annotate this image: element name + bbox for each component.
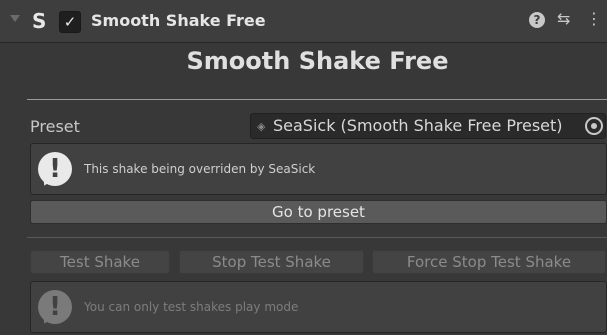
preset-object-field[interactable]: ◈ SeaSick (Smooth Shake Free Preset) bbox=[250, 113, 606, 139]
preset-label: Preset bbox=[30, 117, 80, 136]
page-title: Smooth Shake Free bbox=[186, 47, 449, 75]
script-icon: S bbox=[32, 9, 47, 33]
go-to-preset-button[interactable]: Go to preset bbox=[30, 200, 607, 224]
help-icon[interactable]: ? bbox=[529, 12, 545, 28]
test-shake-button[interactable]: Test Shake bbox=[30, 250, 170, 274]
object-picker-icon[interactable] bbox=[585, 117, 603, 135]
force-stop-test-shake-button[interactable]: Force Stop Test Shake bbox=[372, 250, 606, 274]
stop-test-shake-button[interactable]: Stop Test Shake bbox=[179, 250, 364, 274]
foldout-arrow-icon[interactable] bbox=[10, 15, 20, 22]
component-header: S ✓ Smooth Shake Free ? ⇆ ⋮ bbox=[0, 0, 607, 43]
divider bbox=[27, 99, 607, 100]
settings-icon[interactable]: ⇆ bbox=[557, 9, 570, 29]
component-title: Smooth Shake Free bbox=[91, 11, 266, 30]
override-help-box: ! This shake being overriden by SeaSick bbox=[30, 143, 607, 195]
override-help-text: This shake being overriden by SeaSick bbox=[84, 162, 316, 176]
play-mode-help-box: ! You can only test shakes play mode bbox=[30, 281, 607, 333]
preset-value: SeaSick (Smooth Shake Free Preset) bbox=[273, 116, 563, 135]
preset-asset-icon: ◈ bbox=[257, 120, 266, 133]
menu-icon[interactable]: ⋮ bbox=[586, 9, 602, 29]
divider bbox=[27, 237, 607, 238]
play-mode-help-text: You can only test shakes play mode bbox=[84, 300, 299, 314]
enable-checkbox[interactable]: ✓ bbox=[59, 11, 81, 33]
